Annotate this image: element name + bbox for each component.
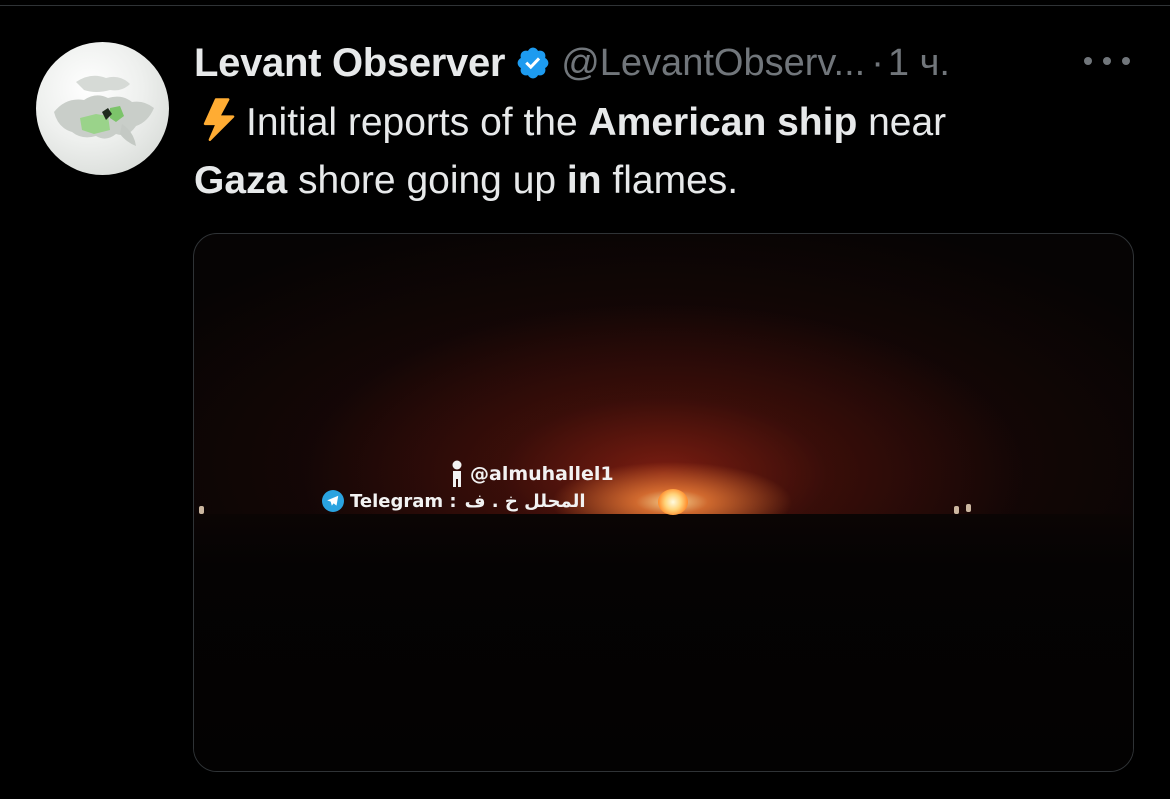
tweet-header: Levant Observer @LevantObserv... · 1 ч. [194,38,1150,88]
fireball [658,489,688,515]
tweet-text-part: shore going up [287,159,567,202]
avatar[interactable] [36,42,169,175]
tweet-media-image[interactable]: @almuhallel1 Telegram : المحلل خ . ف [193,233,1134,772]
more-dot [1084,57,1092,65]
header-separator: · [871,41,884,84]
author-name[interactable]: Levant Observer [194,41,506,86]
tweet-text-part: Initial reports of the [246,101,589,144]
watermark-telegram: Telegram : المحلل خ . ف [322,490,586,512]
author-handle[interactable]: @LevantObserv... [561,42,865,85]
telegram-icon [322,490,344,512]
more-options-icon[interactable] [1084,50,1130,72]
tweet-text-part: flames. [601,159,739,202]
distant-light [199,506,204,514]
tweet-text-part: near [857,101,947,144]
watermark-telegram-label: Telegram : [350,490,457,512]
distant-light [966,504,971,512]
tweet-text-bold: in [566,159,602,202]
watermark-handle: @almuhallel1 [450,460,614,488]
dark-horizon [194,514,1133,771]
globe-avatar-image [54,75,154,146]
person-icon [452,460,462,487]
tweet-text-bold: American ship [588,101,858,144]
watermark-arabic-text: المحلل خ . ف [464,490,586,512]
distant-light [954,506,959,514]
watermark-handle-text: @almuhallel1 [470,463,614,485]
top-divider [0,5,1170,6]
tweet-timestamp[interactable]: 1 ч. [888,42,950,85]
tweet-text-bold: Gaza [194,159,288,202]
more-dot [1122,57,1130,65]
verified-badge-icon [515,45,551,81]
tweet-text: Initial reports of the American ship nea… [194,94,1134,210]
high-voltage-emoji-icon [194,97,238,142]
more-dot [1103,57,1111,65]
